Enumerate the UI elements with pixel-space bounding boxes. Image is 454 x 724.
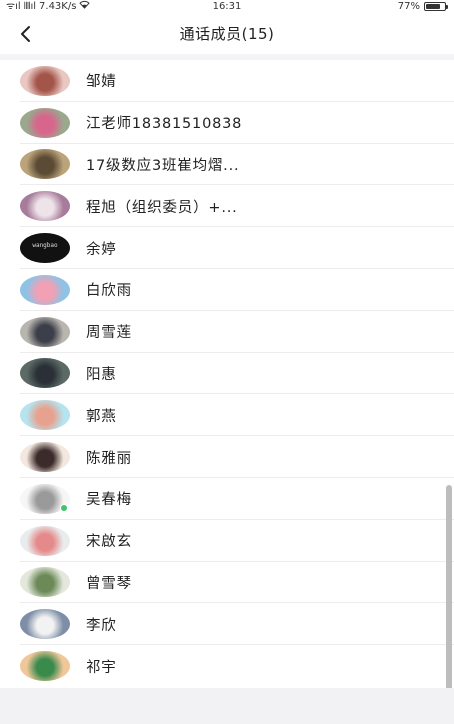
avatar (20, 442, 70, 473)
avatar (20, 651, 70, 682)
header: 通话成员(15) (0, 14, 454, 54)
status-bar: ᯤıl 𝍬ıl 7.43K/s 16:31 77% (0, 0, 454, 14)
page-title: 通话成员(15) (179, 25, 275, 43)
status-time: 16:31 (212, 1, 242, 12)
member-row[interactable]: 祁宇 (0, 645, 454, 687)
member-name: 17级数应3班崔均熠... (86, 157, 240, 174)
member-row[interactable]: 17级数应3班崔均熠... (0, 144, 454, 186)
member-row[interactable]: 周雪莲 (0, 311, 454, 353)
avatar (20, 274, 70, 305)
avatar (20, 316, 70, 347)
member-row[interactable]: 阳惠 (0, 353, 454, 395)
online-badge (60, 503, 68, 512)
member-row[interactable]: wangbao 余婷 (0, 227, 454, 269)
member-name: 宋啟玄 (86, 534, 132, 551)
member-row[interactable]: 邹婧 (0, 60, 454, 102)
member-name: 陈雅丽 (86, 450, 132, 467)
avatar-text: wangbao (32, 242, 58, 250)
member-row[interactable]: 宋啟玄 (0, 520, 454, 562)
avatar: wangbao (20, 233, 70, 264)
avatar (20, 65, 70, 96)
avatar (20, 358, 70, 389)
avatar (20, 149, 70, 180)
member-name: 江老师18381510838 (86, 116, 243, 133)
member-name: 曾雪琴 (86, 575, 132, 592)
member-name: 程旭（组织委员）+... (86, 199, 238, 216)
member-row[interactable]: 李欣 (0, 603, 454, 645)
member-name: 郭燕 (86, 408, 117, 425)
member-list[interactable]: 邹婧江老师18381510838 17级数应3班崔均熠... 程旭（组织委员）+..… (0, 60, 454, 688)
member-name: 周雪莲 (86, 325, 132, 342)
status-right: 77% (397, 0, 448, 13)
member-name: 祁宇 (86, 659, 117, 676)
avatar (20, 609, 70, 640)
member-name: 阳惠 (86, 366, 117, 383)
member-row[interactable]: 陈雅丽 (0, 436, 454, 478)
bottom-area (0, 688, 454, 724)
member-row[interactable]: 曾雪琴 (0, 562, 454, 604)
member-name: 余婷 (86, 241, 117, 258)
scrollbar[interactable] (446, 485, 452, 715)
member-row[interactable]: 白欣雨 (0, 269, 454, 311)
member-name: 李欣 (86, 617, 117, 634)
avatar (20, 400, 70, 431)
member-row[interactable]: 吴春梅 (0, 478, 454, 520)
member-row[interactable]: 程旭（组织委员）+... (0, 185, 454, 227)
battery-icon (424, 2, 448, 11)
member-name: 白欣雨 (86, 283, 132, 300)
member-name: 邹婧 (86, 74, 117, 91)
member-row[interactable]: 郭燕 (0, 394, 454, 436)
avatar (20, 107, 70, 138)
member-name: 吴春梅 (86, 492, 132, 509)
avatar (20, 567, 70, 598)
avatar (20, 525, 70, 556)
battery-percent: 77% (397, 1, 420, 12)
avatar (20, 483, 70, 514)
battery-fill (426, 4, 440, 9)
avatar (20, 191, 70, 222)
member-row[interactable]: 江老师18381510838 (0, 102, 454, 144)
